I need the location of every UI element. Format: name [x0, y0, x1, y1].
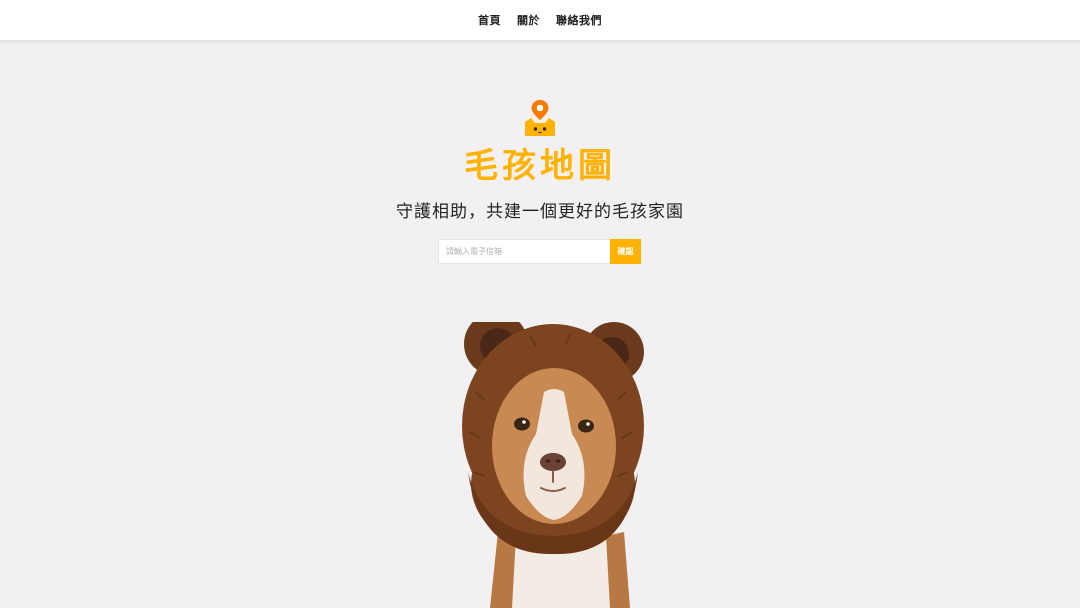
top-navbar: 首頁 關於 聯絡我們 [0, 0, 1080, 40]
page-title: 毛孩地圖 [464, 146, 616, 186]
nav-link-contact[interactable]: 聯絡我們 [556, 12, 602, 28]
nav-link-home[interactable]: 首頁 [478, 12, 501, 28]
page-subtitle: 守護相助，共建一個更好的毛孩家園 [396, 202, 684, 222]
dog-in-bear-hat-image [462, 322, 644, 608]
email-subscribe-form: 確認 [438, 239, 641, 264]
email-input[interactable] [438, 239, 610, 264]
confirm-button[interactable]: 確認 [610, 239, 641, 264]
location-pin-cat-icon [525, 100, 555, 136]
hero-section: 毛孩地圖 守護相助，共建一個更好的毛孩家園 確認 [0, 40, 1080, 608]
nav-link-about[interactable]: 關於 [517, 12, 540, 28]
